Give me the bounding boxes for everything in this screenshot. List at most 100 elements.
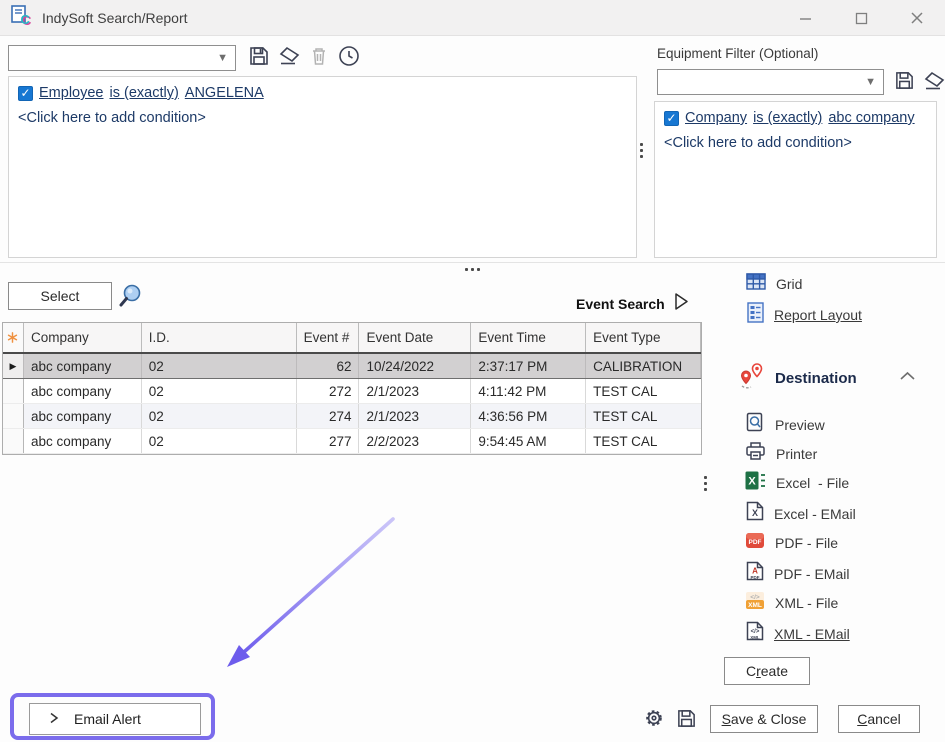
cell-company: abc company [24,379,142,403]
annotation-highlight-box [10,693,215,740]
excel-file-icon: X [745,471,766,495]
event-search-run[interactable]: Event Search [576,292,690,316]
table-row[interactable]: abc company 02 272 2/1/2023 4:11:42 PM T… [3,379,701,404]
destination-label: XML - EMail [774,626,850,642]
column-header[interactable]: Event # [297,323,360,352]
vertical-splitter-grip-2[interactable] [704,476,707,491]
destination-item-preview[interactable]: Preview [746,412,825,437]
destination-item-excel-file[interactable]: X Excel - File [745,471,849,495]
svg-text:XML: XML [748,602,762,609]
collapse-chevron-icon[interactable] [899,369,916,387]
new-row-star-icon [3,323,24,352]
trash-icon [309,45,329,72]
report-layout-icon [747,302,764,328]
maximize-button[interactable] [833,0,889,36]
destination-item-printer[interactable]: Printer [745,441,817,466]
destination-section-header[interactable]: Destination [737,362,857,395]
delete-search-button[interactable] [306,45,332,71]
svg-text:PDF: PDF [749,539,762,546]
destination-pins-icon [737,362,767,395]
preview-icon [746,412,765,437]
save-icon [248,45,270,72]
history-button[interactable] [336,45,362,71]
results-table: Company I.D. Event # Event Date Event Ti… [2,322,702,455]
column-header[interactable]: Company [24,323,142,352]
create-button[interactable]: Create [724,657,810,685]
equipment-conditions-panel: ✓ Company is (exactly) abc company <Clic… [654,101,937,258]
event-search-label: Event Search [576,296,665,312]
vertical-splitter-grip[interactable] [640,143,643,158]
equipment-filter-combobox[interactable]: ▼ [657,69,884,95]
destination-item-pdf-file[interactable]: PDF PDF - File [745,531,838,555]
condition-field-link[interactable]: Company [685,110,747,126]
condition-field-link[interactable]: Employee [39,85,103,101]
dropdown-arrow-icon: ▼ [865,76,883,88]
cell-event-num: 274 [297,404,360,428]
add-condition-link[interactable]: <Click here to add condition> [18,110,627,126]
condition-row-employee: ✓ Employee is (exactly) ANGELENA [18,85,627,101]
condition-value-link[interactable]: abc company [828,110,914,126]
cell-event-date: 2/1/2023 [359,379,471,403]
cancel-label: Cancel [857,711,901,727]
horizontal-splitter[interactable] [0,262,945,263]
save-settings-icon[interactable] [676,708,697,734]
run-play-icon [673,292,690,316]
table-row[interactable]: ▶ abc company 02 62 10/24/2022 2:37:17 P… [3,354,701,379]
clear-filter-button[interactable] [922,70,945,96]
save-filter-button[interactable] [891,70,917,96]
condition-operator-link[interactable]: is (exactly) [109,85,178,101]
excel-email-icon: X [746,501,764,526]
svg-text:XML: XML [750,635,760,640]
xml-file-icon: </> XML [745,591,765,615]
svg-text:C: C [21,12,31,26]
current-row-indicator: ▶ [10,361,17,372]
close-button[interactable] [889,0,945,36]
cell-id: 02 [142,379,297,403]
add-condition-link[interactable]: <Click here to add condition> [664,135,927,151]
settings-gear-icon[interactable] [644,708,664,733]
destination-item-excel-email[interactable]: X Excel - EMail [746,501,856,526]
search-report-window: C C IndySoft Search/Report ▼ [0,0,945,742]
table-row[interactable]: abc company 02 277 2/2/2023 9:54:45 AM T… [3,429,701,454]
search-magnifier-icon[interactable] [117,283,143,314]
destination-header-label: Destination [775,370,857,387]
select-button[interactable]: Select [8,282,112,310]
saved-search-combobox[interactable]: ▼ [8,45,236,71]
save-and-close-label: Save & Close [722,711,807,727]
sidebar-item-report-layout[interactable]: Report Layout [747,302,862,328]
column-header[interactable]: Event Time [471,323,586,352]
table-row[interactable]: abc company 02 274 2/1/2023 4:36:56 PM T… [3,404,701,429]
destination-item-xml-email[interactable]: </> XML XML - EMail [746,621,850,646]
destination-label: PDF - EMail [774,566,849,582]
create-button-label: Create [746,663,788,679]
destination-label: Excel - EMail [774,506,856,522]
condition-value-link[interactable]: ANGELENA [185,85,264,101]
condition-checkbox[interactable]: ✓ [664,111,679,126]
cell-event-date: 2/1/2023 [359,404,471,428]
condition-checkbox[interactable]: ✓ [18,86,33,101]
pdf-file-icon: PDF [745,531,765,555]
titlebar: C C IndySoft Search/Report [0,0,945,36]
condition-operator-link[interactable]: is (exactly) [753,110,822,126]
destination-item-xml-file[interactable]: </> XML XML - File [745,591,838,615]
save-and-close-button[interactable]: Save & Close [710,705,818,733]
minimize-button[interactable] [777,0,833,36]
cell-event-num: 62 [297,354,360,378]
select-button-label: Select [41,288,80,304]
sidebar-item-grid[interactable]: Grid [746,273,802,295]
clear-search-button[interactable] [277,45,303,71]
column-header[interactable]: Event Date [359,323,471,352]
destination-item-pdf-email[interactable]: A PDF PDF - EMail [746,561,849,586]
horizontal-splitter-grip[interactable] [465,268,480,271]
cancel-button[interactable]: Cancel [838,705,920,733]
equipment-filter-label: Equipment Filter (Optional) [657,46,818,61]
column-header[interactable]: I.D. [142,323,297,352]
cell-event-date: 2/2/2023 [359,429,471,453]
condition-row-company: ✓ Company is (exactly) abc company [664,110,927,126]
save-search-button[interactable] [246,45,272,71]
svg-text:X: X [752,508,758,518]
destination-label: Preview [775,417,825,433]
cell-event-type: CALIBRATION [586,354,701,378]
column-header[interactable]: Event Type [586,323,701,352]
destination-label: PDF - File [775,535,838,551]
